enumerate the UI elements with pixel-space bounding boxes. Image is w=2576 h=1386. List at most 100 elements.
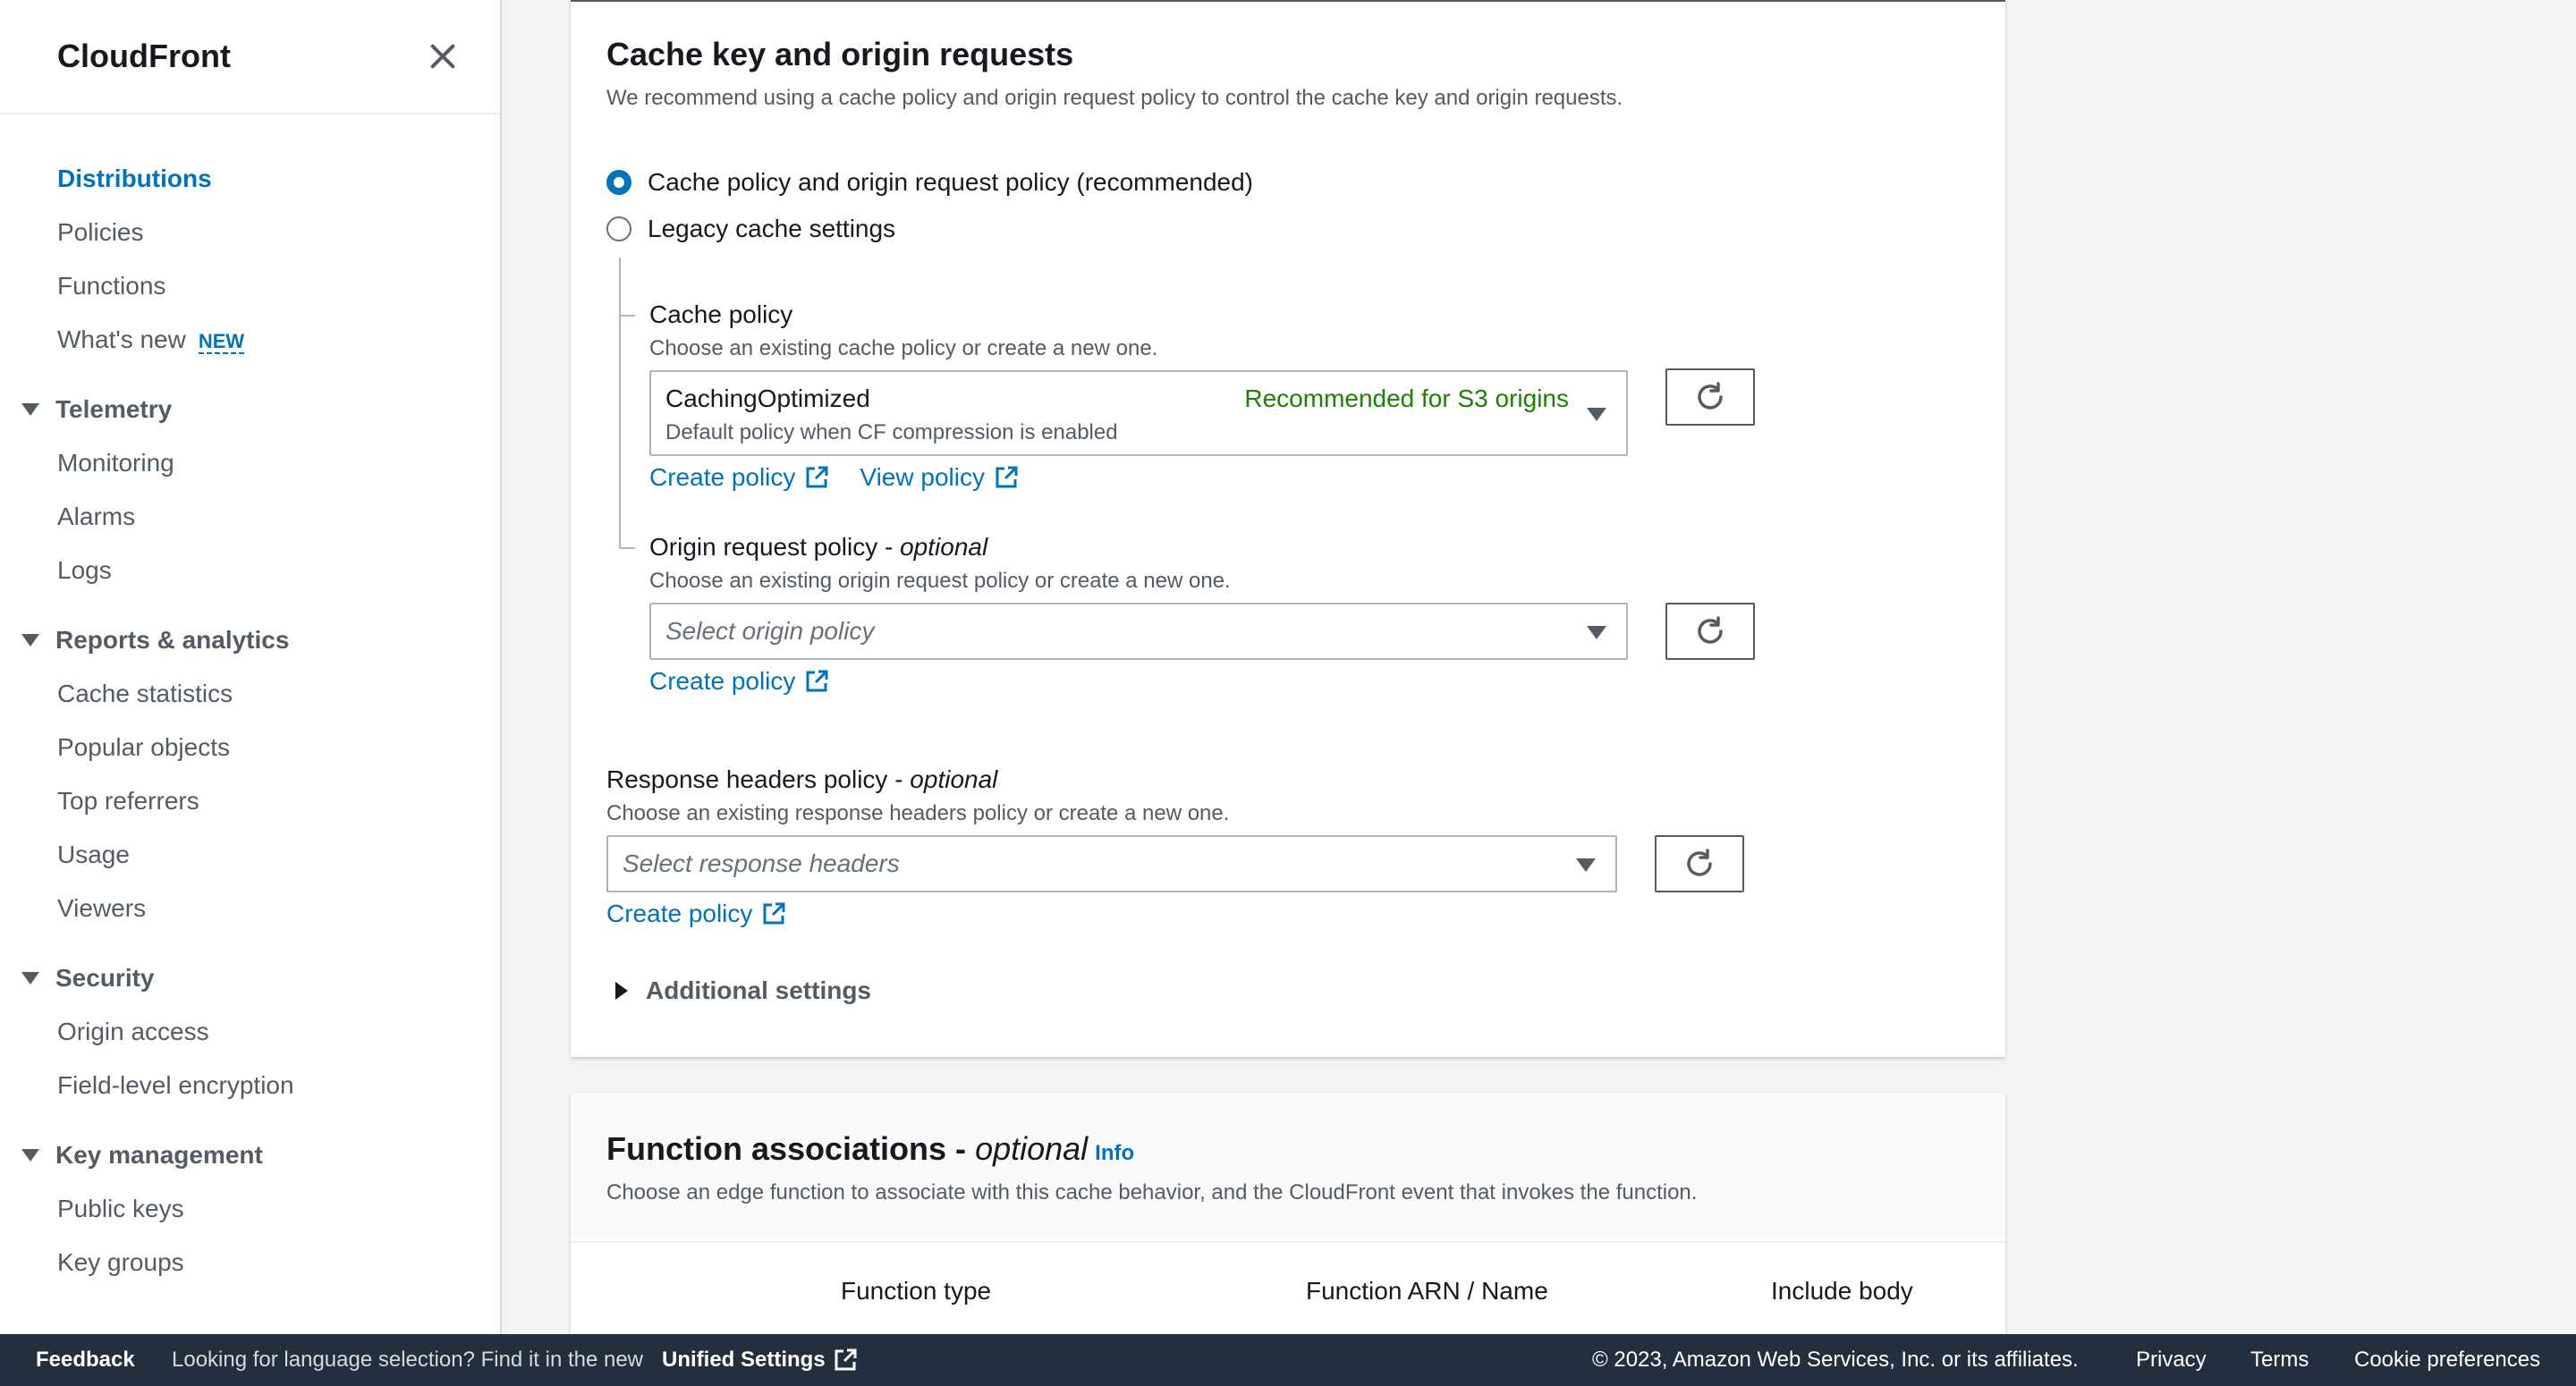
nav-item-alarms[interactable]: Alarms: [0, 490, 500, 544]
link-label: Create policy: [649, 667, 796, 695]
view-cache-policy-link[interactable]: View policy: [860, 463, 1019, 492]
create-origin-policy-link[interactable]: Create policy: [649, 667, 829, 696]
title-text: Function associations -: [606, 1130, 976, 1167]
nav-item-origin-access[interactable]: Origin access: [0, 1005, 500, 1059]
nav-item-policies[interactable]: Policies: [0, 206, 500, 259]
side-navigation: CloudFront Distributions Policies Functi…: [0, 0, 502, 1334]
close-icon[interactable]: [425, 38, 461, 74]
radio-label: Legacy cache settings: [648, 215, 896, 242]
link-label: Create policy: [649, 463, 796, 491]
caret-down-icon: [21, 634, 39, 647]
section-description: We recommend using a cache policy and or…: [606, 86, 1623, 110]
terms-link[interactable]: Terms: [2250, 1334, 2309, 1386]
column-header-function-arn: Function ARN / Name: [1306, 1277, 1548, 1305]
copyright: © 2023, Amazon Web Services, Inc. or its…: [1592, 1348, 2079, 1372]
select-placeholder: Select origin policy: [665, 617, 875, 645]
cookie-preferences-link[interactable]: Cookie preferences: [2354, 1334, 2540, 1386]
caret-down-icon: [21, 403, 39, 416]
create-cache-policy-link[interactable]: Create policy: [649, 463, 829, 492]
language-notice: Looking for language selection? Find it …: [172, 1348, 644, 1372]
create-response-headers-policy-link[interactable]: Create policy: [606, 900, 786, 928]
link-label: View policy: [860, 463, 985, 491]
response-headers-policy-label: Response headers policy - optional: [606, 765, 997, 794]
tree-line: [619, 258, 621, 549]
unified-settings-label: Unified Settings: [662, 1348, 826, 1372]
radio-checked-icon: [606, 170, 631, 195]
external-link-icon: [835, 1348, 857, 1371]
optional-text: optional: [975, 1130, 1089, 1167]
caret-right-icon: [615, 982, 628, 1000]
tree-line: [619, 547, 635, 549]
cache-policy-selected-sub: Default policy when CF compression is en…: [665, 420, 1118, 444]
additional-settings-expander[interactable]: Additional settings: [615, 976, 871, 1005]
nav-item-cache-statistics[interactable]: Cache statistics: [0, 667, 500, 721]
privacy-link[interactable]: Privacy: [2136, 1334, 2207, 1386]
refresh-icon: [1687, 849, 1712, 876]
nav-item-logs[interactable]: Logs: [0, 544, 500, 597]
select-placeholder: Select response headers: [623, 849, 900, 877]
caret-down-icon: [1587, 626, 1606, 639]
section-key-management[interactable]: Key management: [0, 1128, 500, 1182]
cache-policy-selected: CachingOptimized: [665, 385, 870, 412]
section-reports-analytics[interactable]: Reports & analytics: [0, 613, 500, 667]
refresh-origin-policy-button[interactable]: [1665, 603, 1755, 660]
nav-item-distributions[interactable]: Distributions: [0, 152, 500, 206]
column-header-function-type: Function type: [841, 1277, 992, 1305]
footer: Feedback Looking for language selection?…: [0, 1334, 2576, 1386]
optional-text: optional: [910, 765, 998, 793]
column-header-include-body: Include body: [1771, 1277, 1913, 1305]
nav-item-public-keys[interactable]: Public keys: [0, 1182, 500, 1236]
section-description: Choose an edge function to associate wit…: [606, 1180, 1698, 1204]
origin-request-policy-description: Choose an existing origin request policy…: [649, 569, 1231, 593]
external-link-icon: [806, 670, 828, 692]
section-title: Function associations - optional Info: [606, 1130, 1970, 1168]
nav-item-key-groups[interactable]: Key groups: [0, 1236, 500, 1289]
sidebar-header: CloudFront: [0, 0, 500, 114]
nav-item-viewers[interactable]: Viewers: [0, 882, 500, 935]
nav-item-functions[interactable]: Functions: [0, 259, 500, 313]
label-text: Response headers policy -: [606, 765, 911, 793]
section-title: Cache key and origin requests: [606, 36, 1074, 72]
nav-item-popular-objects[interactable]: Popular objects: [0, 721, 500, 774]
info-link[interactable]: Info: [1095, 1141, 1134, 1165]
section-title: Telemetry: [55, 395, 173, 423]
nav-list: Distributions Policies Functions What's …: [0, 114, 500, 1289]
refresh-response-headers-button[interactable]: [1655, 835, 1744, 892]
cache-policy-links: Create policy View policy: [649, 463, 1019, 492]
section-telemetry[interactable]: Telemetry: [0, 383, 500, 436]
external-link-icon: [996, 466, 1018, 488]
refresh-cache-policy-button[interactable]: [1665, 368, 1755, 426]
nav-item-whats-new-label: What's new: [57, 325, 186, 353]
optional-text: optional: [900, 533, 988, 561]
cache-policy-label: Cache policy: [649, 300, 793, 328]
nav-item-top-referrers[interactable]: Top referrers: [0, 774, 500, 828]
feedback-link[interactable]: Feedback: [36, 1334, 135, 1386]
response-headers-policy-description: Choose an existing response headers poli…: [606, 801, 1230, 825]
unified-settings-link[interactable]: Unified Settings: [662, 1334, 858, 1386]
nav-item-field-level-encryption[interactable]: Field-level encryption: [0, 1059, 500, 1112]
refresh-icon: [1698, 382, 1723, 410]
radio-recommended[interactable]: Cache policy and origin request policy (…: [606, 168, 1253, 197]
nav-item-usage[interactable]: Usage: [0, 828, 500, 882]
function-associations-container: Function associations - optional Info Cho…: [571, 1093, 2005, 1361]
section-security[interactable]: Security: [0, 951, 500, 1005]
new-badge[interactable]: NEW: [198, 331, 245, 354]
cache-policy-select[interactable]: CachingOptimized Default policy when CF …: [649, 370, 1628, 456]
caret-down-icon: [1576, 858, 1596, 872]
caret-down-icon: [21, 1149, 39, 1162]
origin-request-policy-select[interactable]: Select origin policy: [649, 603, 1628, 660]
cache-policy-description: Choose an existing cache policy or creat…: [649, 336, 1158, 360]
section-title: Key management: [55, 1141, 263, 1169]
additional-settings-label: Additional settings: [646, 976, 871, 1004]
refresh-icon: [1698, 616, 1723, 644]
response-headers-policy-select[interactable]: Select response headers: [606, 835, 1617, 892]
radio-legacy[interactable]: Legacy cache settings: [606, 215, 895, 243]
nav-item-monitoring[interactable]: Monitoring: [0, 436, 500, 490]
section-title: Security: [55, 964, 155, 992]
nav-item-whats-new[interactable]: What's new NEW: [0, 313, 500, 367]
label-text: Origin request policy -: [649, 533, 901, 561]
function-associations-header: Function associations - optional Info Cho…: [571, 1093, 2005, 1243]
caret-down-icon: [1587, 408, 1606, 421]
external-link-icon: [806, 466, 828, 488]
sidebar-title: CloudFront: [57, 38, 231, 74]
